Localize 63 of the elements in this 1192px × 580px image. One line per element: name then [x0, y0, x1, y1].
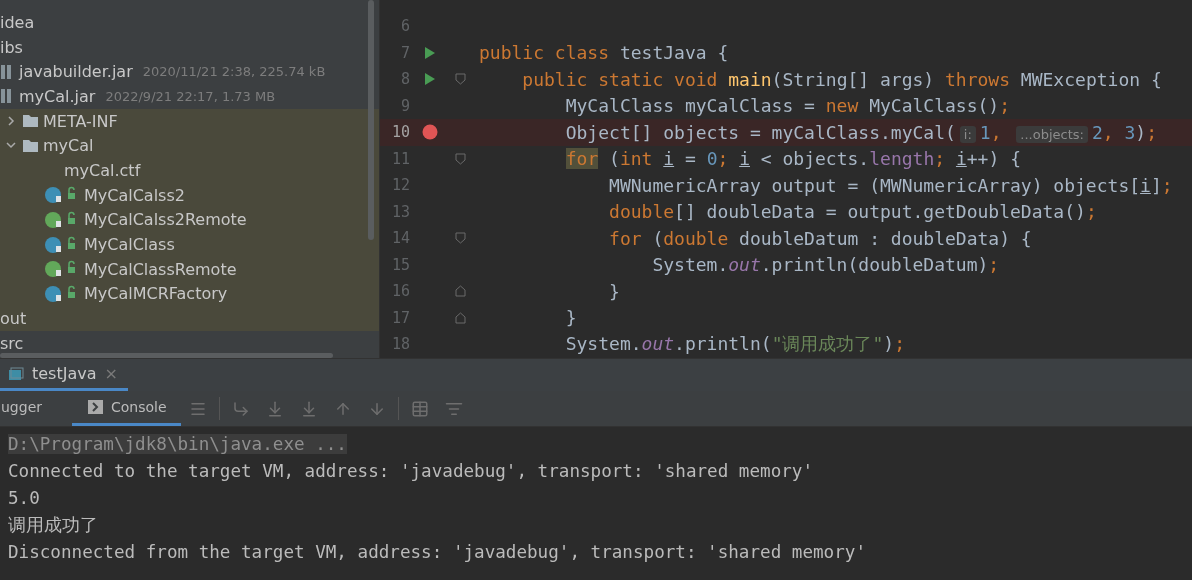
code-line: System.out.println("调用成功了");	[564, 332, 905, 357]
console-line: Disconnected from the target VM, address: 'javadebug', transport: 'shared memory'	[8, 541, 866, 562]
line-number: 17	[390, 308, 410, 327]
run-icon[interactable]	[424, 72, 436, 87]
chevron-right-icon[interactable]	[7, 116, 15, 127]
console-line: 调用成功了	[8, 513, 98, 537]
line-number: 16	[390, 282, 410, 301]
parameter-hint: i:	[959, 125, 976, 143]
code-line: System.out.println(doubleDatum);	[651, 254, 1000, 276]
line-number: 7	[399, 43, 410, 62]
line-number: 15	[390, 255, 410, 274]
breakpoint-icon[interactable]	[422, 124, 438, 141]
folder-icon	[22, 138, 39, 153]
fold-icon[interactable]	[454, 232, 466, 245]
code-line: for (int i = 0; i < objects.length; i++) {	[564, 148, 1021, 170]
line-number: 18	[390, 335, 410, 354]
panel-tab[interactable]: Console	[72, 391, 181, 426]
line-number: 6	[399, 17, 410, 36]
line-number: 8	[399, 70, 410, 89]
fold-icon[interactable]	[454, 73, 466, 86]
line-number: 9	[399, 96, 410, 115]
code-line: for (double doubleDatum : doubleData) {	[608, 227, 1032, 249]
tree-item[interactable]: MyCalClass	[84, 235, 175, 255]
chevron-down-icon[interactable]	[6, 142, 16, 150]
tree-item[interactable]: ibs	[0, 37, 23, 57]
table-icon[interactable]	[410, 399, 429, 418]
file-info: 2020/11/21 2:38, 225.74 kB	[142, 64, 326, 80]
code-line: }	[564, 307, 577, 329]
line-number: 13	[390, 202, 410, 221]
tree-item[interactable]: META-INF	[43, 111, 118, 131]
step-over-icon[interactable]	[231, 399, 250, 418]
line-number: 11	[390, 149, 410, 168]
fold-icon[interactable]	[454, 311, 466, 324]
code-line: Object[] objects = myCalClass.myCal( i: 1, ...objects: 2, 3);	[564, 121, 1158, 143]
tree-item[interactable]: myCal.jar	[19, 86, 96, 106]
fold-icon[interactable]	[454, 285, 466, 298]
code-line: public static void main(String[] args) throws MWException {	[521, 68, 1162, 90]
code-line: MyCalClass myCalClass = new MyCalClass();	[564, 95, 1011, 117]
panel-tab[interactable]: ugger	[0, 391, 56, 426]
tree-item[interactable]: src	[0, 333, 24, 353]
parameter-hint: ...objects:	[1016, 125, 1088, 143]
folder-icon	[22, 114, 39, 129]
line-number: 10	[390, 123, 410, 142]
code-line: double[] doubleData = output.getDoubleData();	[608, 201, 1097, 223]
run-icon[interactable]	[424, 45, 436, 60]
tree-item[interactable]: out	[0, 309, 27, 329]
line-number: 14	[390, 229, 410, 248]
console-line: Connected to the target VM, address: 'javadebug', transport: 'shared memory'	[8, 460, 814, 481]
tree-item[interactable]: myCal	[43, 136, 94, 156]
tree-item[interactable]: idea	[0, 12, 35, 32]
code-line: }	[608, 280, 620, 302]
fold-icon[interactable]	[454, 152, 466, 165]
console-line: 5.0	[8, 487, 40, 508]
tree-item[interactable]: myCal.ctf	[64, 160, 141, 180]
vertical-scrollbar[interactable]	[368, 0, 374, 240]
console-icon	[88, 400, 103, 414]
file-info: 2022/9/21 22:17, 1.73 MB	[105, 88, 276, 104]
code-line: MWNumericArray output = (MWNumericArray) objects[i];	[608, 174, 1173, 196]
code-line: public class testJava {	[479, 42, 729, 64]
horizontal-scrollbar[interactable]	[0, 353, 333, 358]
window-icon	[8, 366, 24, 381]
line-number: 12	[390, 176, 410, 195]
tree-item[interactable]: javabuilder.jar	[19, 62, 133, 82]
